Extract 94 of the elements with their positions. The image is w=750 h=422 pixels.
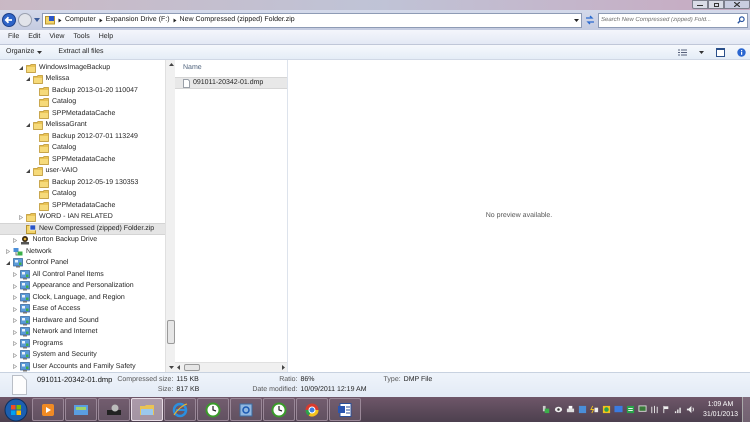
collapsed-arrow-icon[interactable]	[12, 364, 16, 370]
collapsed-arrow-icon[interactable]	[12, 272, 16, 278]
zip-folder-icon	[45, 15, 55, 25]
dropdown-icon[interactable]	[574, 18, 579, 22]
folder-icon	[26, 62, 36, 73]
scroll-up-arrow-icon[interactable]	[168, 63, 174, 66]
caret-icon	[37, 50, 42, 54]
speaker-icon[interactable]	[686, 405, 695, 414]
scroll-down-arrow-icon[interactable]	[168, 366, 174, 369]
collapsed-arrow-icon[interactable]	[12, 238, 16, 243]
back-button[interactable]	[2, 13, 16, 27]
view-options-icon[interactable]	[678, 48, 687, 56]
folder-icon	[32, 166, 42, 176]
printer-icon[interactable]	[566, 405, 575, 414]
file-icon	[183, 78, 190, 88]
help-icon[interactable]	[737, 48, 746, 56]
folder-icon	[32, 120, 42, 130]
taskbar-button[interactable]	[32, 398, 64, 421]
zip-folder-icon	[26, 224, 36, 234]
document-icon	[337, 402, 353, 418]
close-button[interactable]	[724, 0, 750, 9]
folder-icon	[39, 189, 49, 200]
taskbar-button[interactable]	[197, 398, 229, 421]
collapsed-arrow-icon[interactable]	[12, 330, 16, 335]
media-player-icon	[40, 402, 56, 418]
dropdown-icon[interactable]	[699, 50, 704, 54]
start-button[interactable]	[4, 398, 28, 422]
taskbar-button[interactable]	[329, 398, 361, 421]
folder-icon	[39, 97, 49, 108]
scanner-icon	[106, 402, 122, 418]
internet-explorer-icon	[172, 402, 188, 418]
collapsed-arrow-icon[interactable]	[19, 214, 23, 220]
restore-button[interactable]	[708, 0, 724, 9]
scrollbar-thumb[interactable]	[167, 320, 175, 344]
breadcrumb-arrow-icon[interactable]	[98, 18, 103, 22]
expanded-arrow-icon[interactable]	[26, 123, 30, 128]
chrome-icon	[304, 402, 320, 418]
breadcrumb-arrow-icon[interactable]	[172, 18, 177, 22]
expanded-arrow-icon[interactable]	[6, 261, 10, 266]
expanded-arrow-icon[interactable]	[26, 169, 30, 174]
control-panel-icon	[13, 258, 23, 268]
taskbar-button[interactable]	[263, 398, 295, 421]
power-icon[interactable]	[590, 405, 599, 414]
collapsed-arrow-icon[interactable]	[12, 306, 16, 312]
collapsed-arrow-icon[interactable]	[12, 295, 16, 300]
folder-icon	[32, 74, 42, 84]
minimize-button[interactable]	[692, 0, 708, 9]
folder-icon	[39, 154, 49, 165]
close-icon	[734, 2, 740, 7]
drive-icon	[20, 235, 30, 246]
control-panel-icon	[20, 316, 30, 326]
folder-icon	[39, 86, 49, 96]
control-panel-icon	[20, 281, 30, 292]
refresh-button[interactable]	[584, 14, 596, 26]
network-icon	[13, 246, 23, 257]
scroll-left-arrow-icon[interactable]	[177, 365, 180, 370]
scrollbar-thumb[interactable]	[184, 364, 200, 371]
taskbar-button[interactable]	[296, 398, 328, 421]
folder-icon	[39, 132, 49, 142]
taskbar-button[interactable]	[98, 398, 130, 421]
control-panel-icon	[20, 270, 30, 280]
control-panel-icon	[20, 362, 30, 372]
monitor-icon[interactable]	[638, 405, 647, 414]
eye-icon[interactable]	[554, 405, 563, 414]
collapsed-arrow-icon[interactable]	[12, 284, 16, 289]
control-panel-icon	[20, 350, 30, 360]
control-panel-icon	[20, 338, 30, 349]
flag-icon[interactable]	[662, 405, 671, 414]
control-panel-icon	[20, 304, 30, 314]
collapsed-arrow-icon[interactable]	[12, 341, 16, 346]
collapsed-arrow-icon[interactable]	[6, 249, 10, 254]
signal-icon[interactable]	[674, 405, 683, 414]
expanded-arrow-icon[interactable]	[19, 66, 23, 70]
window-icon	[238, 402, 254, 418]
vertical-scrollbar[interactable]	[165, 60, 175, 372]
clock-icon	[271, 402, 287, 418]
folder-icon	[39, 143, 49, 154]
folder-icon	[26, 212, 36, 222]
collapsed-arrow-icon[interactable]	[12, 318, 16, 324]
file-icon	[12, 375, 27, 395]
search-icon	[737, 16, 745, 24]
scroll-right-arrow-icon[interactable]	[282, 365, 285, 370]
horizontal-scrollbar[interactable]	[175, 362, 287, 372]
preview-pane-icon[interactable]	[716, 48, 725, 56]
folder-icon	[39, 108, 49, 119]
control-panel-icon	[20, 292, 30, 303]
collapsed-arrow-icon[interactable]	[12, 352, 16, 358]
clock-icon	[205, 402, 221, 418]
taskbar-button[interactable]	[65, 398, 97, 421]
folder-icon	[39, 200, 49, 211]
folder-icon	[39, 178, 49, 188]
expanded-arrow-icon[interactable]	[26, 77, 30, 82]
control-panel-icon	[20, 327, 30, 338]
breadcrumb-arrow-icon[interactable]	[58, 18, 62, 22]
